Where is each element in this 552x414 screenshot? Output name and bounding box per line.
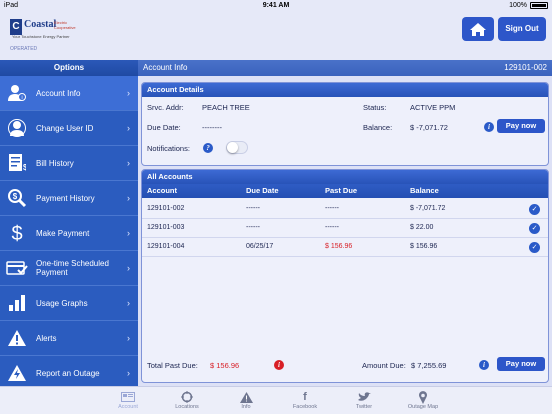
sidebar-item-change-user-id[interactable]: Change User ID › <box>0 111 138 146</box>
svg-text:$: $ <box>23 163 26 172</box>
table-row[interactable]: 129101-002 ------ ------ $ -7,071.72 ✓ <box>142 200 548 219</box>
dollar-icon: $ <box>6 222 28 244</box>
home-button[interactable] <box>462 17 494 41</box>
chevron-right-icon: › <box>127 368 130 378</box>
warning-icon <box>6 327 28 349</box>
clock: 9:41 AM <box>262 2 290 9</box>
tab-bar: Account Locations Info f Facebook Twitte… <box>0 386 552 414</box>
main-header: Account Info 129101-002 <box>138 60 552 76</box>
twitter-icon <box>334 390 394 404</box>
checkmark-icon[interactable]: ✓ <box>529 204 540 215</box>
chevron-right-icon: › <box>127 263 130 273</box>
balance-label: Balance: <box>363 123 393 132</box>
sidebar-item-payment-history[interactable]: $ Payment History › <box>0 181 138 216</box>
status-value: ACTIVE PPM <box>410 103 456 112</box>
bar-chart-icon <box>6 292 28 314</box>
total-past-due-value: $ 156.96 <box>210 361 240 370</box>
column-balance: Balance <box>410 186 439 195</box>
sidebar-item-usage-graphs[interactable]: Usage Graphs › <box>0 286 138 321</box>
balance-info-icon[interactable]: i <box>484 122 494 132</box>
logo-tagline: Your Touchstone Energy Partner <box>12 34 70 39</box>
table-row[interactable]: 129101-004 06/25/17 $ 156.96 $ 156.96 ✓ <box>142 238 548 257</box>
total-past-due-label: Total Past Due: <box>147 361 198 370</box>
status-bar: iPad 9:41 AM 100% <box>0 0 552 12</box>
chevron-right-icon: › <box>127 333 130 343</box>
notifications-toggle[interactable] <box>226 141 248 154</box>
srvc-addr-value: PEACH TREE <box>202 103 250 112</box>
column-account: Account <box>147 186 177 195</box>
chevron-right-icon: › <box>127 228 130 238</box>
notifications-label: Notifications: <box>147 144 190 153</box>
logo-small: OPERATED <box>10 46 38 52</box>
user-switch-icon <box>6 117 28 139</box>
sidebar-item-one-time-scheduled-payment[interactable]: One-time Scheduled Payment › <box>0 251 138 286</box>
tab-locations[interactable]: Locations <box>157 390 217 410</box>
main-content: Account Info 129101-002 Account Details … <box>138 60 552 386</box>
sidebar-item-account-info[interactable]: i Account Info › <box>0 76 138 111</box>
due-date-label: Due Date: <box>147 123 181 132</box>
amount-due-value: $ 7,255.69 <box>411 361 447 370</box>
checkmark-icon[interactable]: ✓ <box>529 223 540 234</box>
facebook-icon: f <box>303 391 307 403</box>
notifications-help-icon[interactable]: ? <box>203 143 213 153</box>
svg-text:$: $ <box>11 223 22 244</box>
checkmark-icon[interactable]: ✓ <box>529 242 540 253</box>
sidebar-item-make-payment[interactable]: $ Make Payment › <box>0 216 138 251</box>
sign-out-button[interactable]: Sign Out <box>498 17 546 41</box>
battery-icon <box>530 2 548 9</box>
tab-info[interactable]: Info <box>216 390 276 410</box>
logo-sub: Electric Cooperative <box>54 20 76 30</box>
bill-icon: $ <box>6 152 28 174</box>
coastal-logo: C Coastal Electric Cooperative Your Touc… <box>8 16 88 58</box>
due-date-value: -------- <box>202 123 222 132</box>
magnifier-dollar-icon: $ <box>6 187 28 209</box>
svg-text:i: i <box>21 95 22 101</box>
card-check-icon <box>6 257 28 279</box>
tab-account[interactable]: Account <box>98 390 158 410</box>
locations-icon <box>157 390 217 404</box>
srvc-addr-label: Srvc. Addr: <box>147 103 184 112</box>
chevron-right-icon: › <box>127 88 130 98</box>
chevron-right-icon: › <box>127 193 130 203</box>
all-accounts-panel: All Accounts Account Due Date Past Due B… <box>141 169 549 383</box>
chevron-right-icon: › <box>127 158 130 168</box>
table-row[interactable]: 129101-003 ------ ------ $ 22.00 ✓ <box>142 219 548 238</box>
amount-due-label: Amount Due: <box>362 361 406 370</box>
battery-percent: 100% <box>509 2 527 9</box>
account-icon <box>98 390 158 404</box>
chevron-right-icon: › <box>127 123 130 133</box>
past-due-alert-icon[interactable]: i <box>274 360 284 370</box>
tab-facebook[interactable]: f Facebook <box>275 390 335 410</box>
logo-name: Coastal <box>24 19 57 30</box>
account-details-title: Account Details <box>142 83 548 97</box>
account-details-panel: Account Details Srvc. Addr: PEACH TREE S… <box>141 82 549 166</box>
pay-now-button[interactable]: Pay now <box>497 119 545 133</box>
accounts-table-header: Account Due Date Past Due Balance <box>142 184 548 198</box>
column-past-due: Past Due <box>325 186 358 195</box>
map-pin-icon <box>393 390 453 404</box>
sidebar-item-alerts[interactable]: Alerts › <box>0 321 138 356</box>
column-due-date: Due Date <box>246 186 279 195</box>
app-header: C Coastal Electric Cooperative Your Touc… <box>0 12 552 60</box>
sidebar-title: Options <box>0 60 138 76</box>
home-icon <box>470 22 486 36</box>
header-account-number: 129101-002 <box>504 63 547 72</box>
tab-twitter[interactable]: Twitter <box>334 390 394 410</box>
balance-value: $ -7,071.72 <box>410 123 448 132</box>
lightning-icon <box>6 362 28 384</box>
chevron-right-icon: › <box>127 298 130 308</box>
pay-now-total-button[interactable]: Pay now <box>497 357 545 371</box>
svg-text:$: $ <box>13 192 18 201</box>
info-triangle-icon <box>216 390 276 404</box>
amount-due-info-icon[interactable]: i <box>479 360 489 370</box>
sidebar: Options i Account Info › Change User ID … <box>0 60 138 391</box>
tab-outage-map[interactable]: Outage Map <box>393 390 453 410</box>
all-accounts-title: All Accounts <box>142 170 548 184</box>
sidebar-item-bill-history[interactable]: $ Bill History › <box>0 146 138 181</box>
page-title: Account Info <box>143 63 188 72</box>
user-info-icon: i <box>6 82 28 104</box>
status-label: Status: <box>363 103 387 112</box>
